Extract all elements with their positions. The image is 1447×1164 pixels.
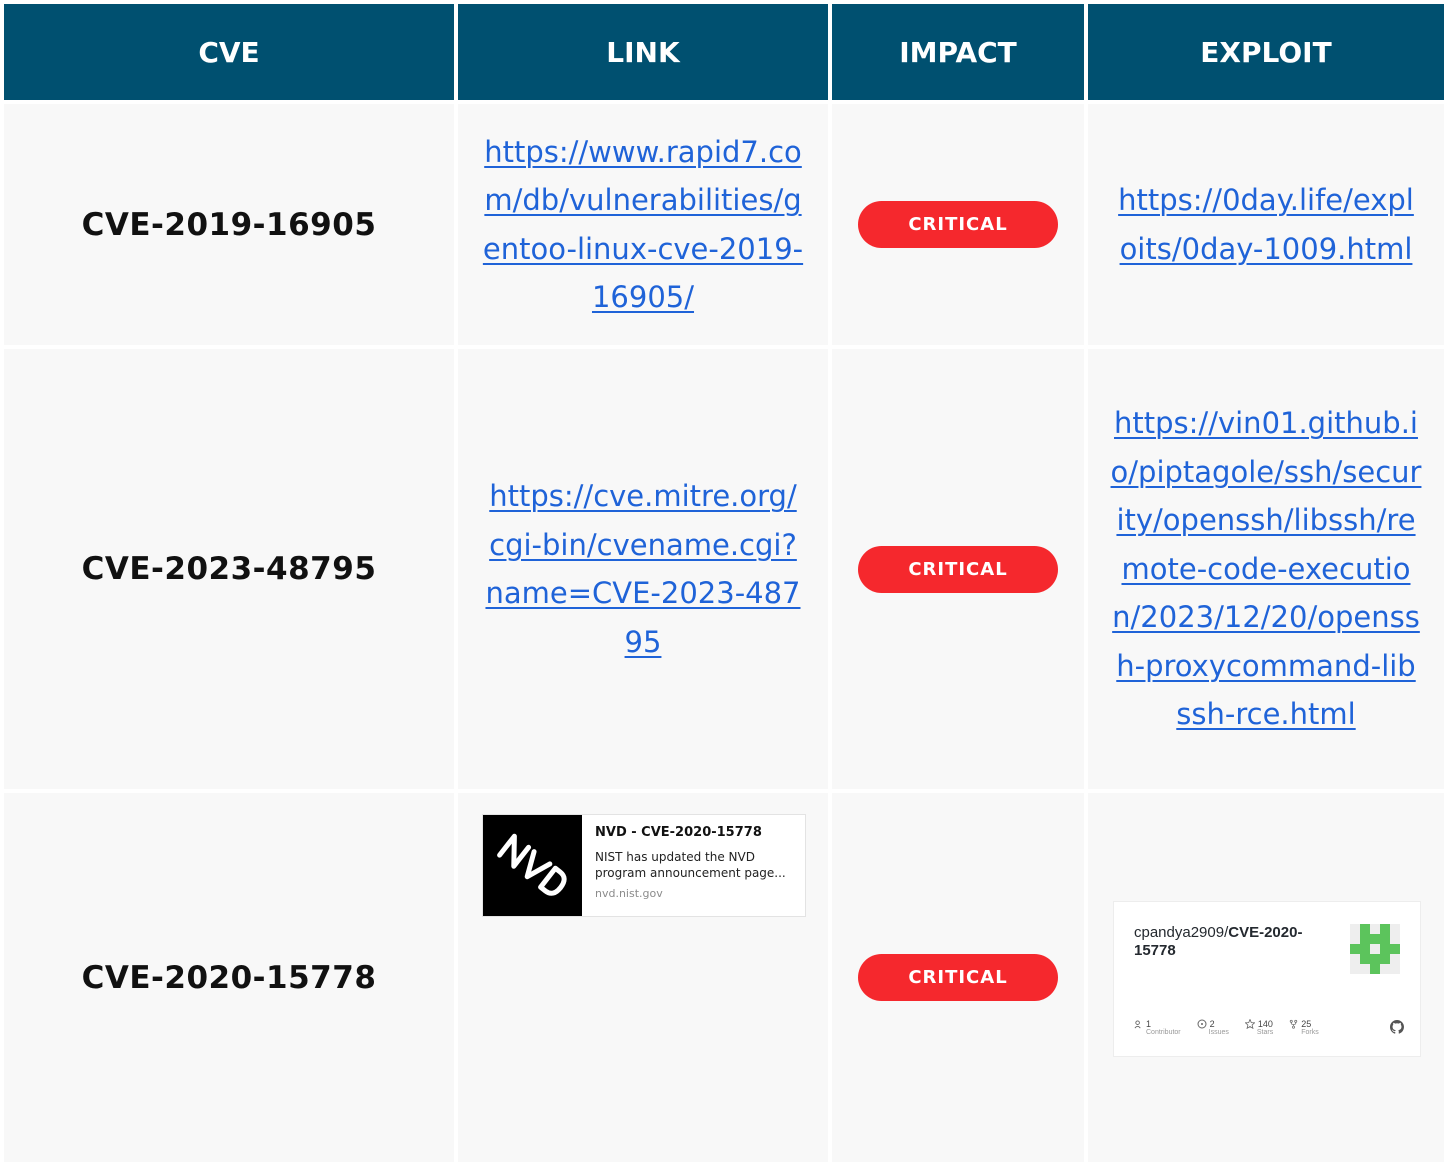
row-3-cve-cell: CVE-2020-15778 <box>4 793 454 1162</box>
issues-stat: 2 Issues <box>1197 1019 1229 1036</box>
row-2-impact-cell: CRITICAL <box>832 349 1084 789</box>
row-2-cve-cell: CVE-2023-48795 <box>4 349 454 789</box>
critical-badge: CRITICAL <box>858 201 1058 248</box>
row-1-cve-cell: CVE-2019-16905 <box>4 104 454 345</box>
nvd-card-title: NVD - CVE-2020-15778 <box>595 825 762 840</box>
repo-owner: cpandya2909/ <box>1134 924 1229 941</box>
contributor-icon <box>1134 1019 1141 1028</box>
contributors-stat: 1 Contributor <box>1134 1019 1181 1036</box>
forks-count: 25 <box>1301 1019 1312 1029</box>
star-icon <box>1244 1019 1255 1029</box>
cve-id: CVE-2023-48795 <box>81 551 377 587</box>
forks-stat: 25 Forks <box>1289 1019 1319 1036</box>
stars-count: 140 <box>1257 1019 1273 1029</box>
nvd-link-preview-card[interactable]: NVD - CVE-2020-15778 NIST has updated th… <box>482 814 806 917</box>
stars-stat: 140 Stars <box>1244 1019 1274 1036</box>
exploit-link[interactable]: https://vin01.github.io/piptagole/ssh/se… <box>1110 399 1422 739</box>
repo-title: cpandya2909/CVE-2020-15778 <box>1134 924 1334 960</box>
critical-badge: CRITICAL <box>858 545 1058 593</box>
row-3-exploit-cell: cpandya2909/CVE-2020-15778 1 Contributor… <box>1088 793 1444 1162</box>
header-impact: IMPACT <box>832 4 1084 100</box>
row-3-impact-cell: CRITICAL <box>832 793 1084 1162</box>
github-repo-card[interactable]: cpandya2909/CVE-2020-15778 1 Contributor… <box>1113 901 1421 1057</box>
nvd-card-domain: nvd.nist.gov <box>595 887 663 900</box>
cve-id: CVE-2019-16905 <box>81 206 377 243</box>
fork-icon <box>1290 1019 1298 1029</box>
nvd-card-text: NVD - CVE-2020-15778 NIST has updated th… <box>582 815 805 916</box>
stars-label: Stars <box>1256 1029 1274 1036</box>
issues-icon <box>1197 1019 1207 1029</box>
cve-id: CVE-2020-15778 <box>81 959 377 996</box>
exploit-link[interactable]: https://0day.life/exploits/0day-1009.htm… <box>1110 176 1422 273</box>
nvd-card-description: NIST has updated the NVD program announc… <box>595 850 786 880</box>
header-cve: CVE <box>4 4 454 100</box>
forks-label: Forks <box>1301 1029 1319 1036</box>
header-exploit: EXPLOIT <box>1088 4 1444 100</box>
issues-count: 2 <box>1209 1019 1215 1029</box>
reference-link[interactable]: https://www.rapid7.com/db/vulnerabilitie… <box>482 128 804 322</box>
row-1-impact-cell: CRITICAL <box>832 104 1084 345</box>
cve-table: CVE LINK IMPACT EXPLOIT CVE-2019-16905 h… <box>4 4 1444 1162</box>
reference-link[interactable]: https://cve.mitre.org/cgi-bin/cvename.cg… <box>482 472 804 666</box>
identicon-avatar-icon <box>1350 924 1400 974</box>
issues-label: Issues <box>1208 1029 1229 1036</box>
repo-stats: 1 Contributor 2 Issues 140 Stars 25 Fork… <box>1134 1019 1335 1036</box>
contributors-count: 1 <box>1146 1019 1152 1029</box>
critical-badge: CRITICAL <box>858 954 1058 1001</box>
row-2-link-cell: https://cve.mitre.org/cgi-bin/cvename.cg… <box>458 349 828 789</box>
row-1-exploit-cell: https://0day.life/exploits/0day-1009.htm… <box>1088 104 1444 345</box>
github-icon <box>1390 1020 1404 1034</box>
header-link: LINK <box>458 4 828 100</box>
contributors-label: Contributor <box>1146 1029 1181 1036</box>
row-1-link-cell: https://www.rapid7.com/db/vulnerabilitie… <box>458 104 828 345</box>
nvd-logo-icon <box>483 815 582 916</box>
row-3-link-cell: NVD - CVE-2020-15778 NIST has updated th… <box>458 793 828 1162</box>
row-2-exploit-cell: https://vin01.github.io/piptagole/ssh/se… <box>1088 349 1444 789</box>
